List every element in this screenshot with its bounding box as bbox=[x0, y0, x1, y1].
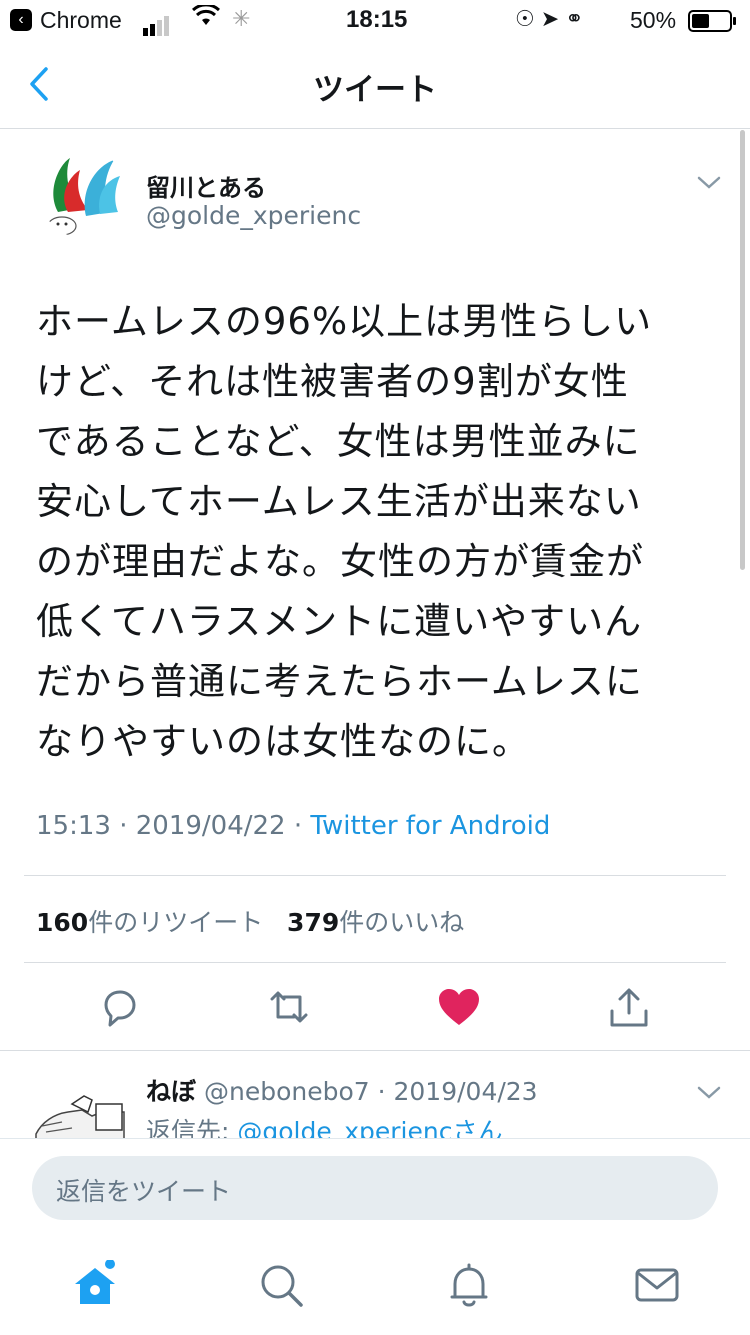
reply-to-prefix: 返信先: bbox=[146, 1117, 238, 1138]
tab-messages[interactable] bbox=[632, 1260, 682, 1310]
author-avatar[interactable] bbox=[40, 150, 128, 238]
reply-to-suffix: さん bbox=[452, 1117, 503, 1138]
tweet-stats: 160件のリツイート 379件のいいね bbox=[36, 903, 464, 939]
tweet-meta: 15:13 · 2019/04/22 · Twitter for Android bbox=[36, 811, 550, 841]
like-count: 379 bbox=[287, 908, 340, 937]
reply-header: ねぼ @nebonebo7 · 2019/04/23 bbox=[146, 1072, 538, 1108]
home-icon bbox=[75, 1259, 115, 1304]
reply-to-mention[interactable]: @golde_xperienc bbox=[237, 1117, 452, 1138]
tweet-line: であることなど、女性は男性並みに bbox=[36, 420, 641, 463]
meta-separator: · bbox=[369, 1077, 394, 1106]
location-icon: ➤ bbox=[540, 6, 566, 31]
tweet-line: けど、それは性被害者の9割が女性 bbox=[36, 360, 629, 403]
tweet-date: 2019/04/22 bbox=[135, 811, 286, 841]
search-icon bbox=[261, 1265, 303, 1307]
reply-avatar[interactable] bbox=[32, 1082, 130, 1138]
tweet-time: 15:13 bbox=[36, 811, 111, 841]
author-handle[interactable]: @golde_xperienc bbox=[146, 201, 361, 230]
tweet-text: ホームレスの96%以上は男性らしい けど、それは性被害者の9割が女性 であること… bbox=[36, 292, 716, 772]
like-button[interactable] bbox=[436, 985, 482, 1031]
reply-item[interactable]: ねぼ @nebonebo7 · 2019/04/23 返信先: @golde_x… bbox=[0, 1060, 750, 1138]
back-to-app-label[interactable]: Chrome bbox=[40, 7, 122, 34]
nav-divider bbox=[0, 128, 750, 129]
wifi-icon bbox=[191, 3, 221, 34]
reply-date: 2019/04/23 bbox=[393, 1077, 538, 1106]
activity-spinner-icon: ✳ bbox=[232, 6, 251, 31]
share-button[interactable] bbox=[606, 985, 652, 1031]
tweet-line: 低くてハラスメントに遭いやすいん bbox=[36, 600, 643, 643]
cellular-signal-icon bbox=[143, 10, 171, 36]
status-icons: ☉➤⚭ bbox=[515, 6, 590, 32]
tweet-line: のが理由だよな。女性の方が賃金が bbox=[36, 540, 644, 583]
heart-icon bbox=[439, 989, 479, 1025]
tab-home[interactable] bbox=[70, 1259, 120, 1310]
reply-icon bbox=[104, 990, 136, 1027]
reply-button[interactable] bbox=[96, 985, 142, 1031]
scrollbar[interactable] bbox=[740, 130, 745, 570]
retweet-button[interactable] bbox=[266, 985, 312, 1031]
tab-search[interactable] bbox=[256, 1260, 306, 1310]
reply-compose-placeholder: 返信をツイート bbox=[56, 1177, 232, 1206]
messages-icon bbox=[635, 1268, 679, 1302]
like-label: 件のいいね bbox=[339, 908, 465, 937]
likes-link[interactable]: 379件のいいね bbox=[287, 908, 464, 937]
meta-separator: · bbox=[110, 811, 136, 841]
reply-options-button[interactable] bbox=[696, 1082, 722, 1107]
battery-icon bbox=[688, 10, 736, 32]
tab-notifications[interactable] bbox=[444, 1260, 494, 1310]
author-name[interactable]: 留川とある bbox=[146, 168, 266, 203]
reply-author-name[interactable]: ねぼ bbox=[146, 1077, 196, 1106]
actions-divider bbox=[0, 1050, 750, 1051]
page-title: ツイート bbox=[313, 72, 437, 108]
chevron-down-icon bbox=[697, 176, 721, 189]
status-time: 18:15 bbox=[346, 6, 408, 33]
meta-separator: · bbox=[285, 811, 311, 841]
retweet-icon bbox=[270, 991, 308, 1023]
back-to-app-icon[interactable]: ‹ bbox=[10, 9, 32, 31]
rotation-lock-icon: ☉ bbox=[515, 6, 541, 31]
meta-divider bbox=[24, 875, 726, 876]
reply-to-line: 返信先: @golde_xperiencさん bbox=[146, 1112, 503, 1138]
retweet-count: 160 bbox=[36, 908, 89, 937]
chevron-down-icon bbox=[697, 1086, 721, 1099]
tweet-line: 安心してホームレス生活が出来ない bbox=[36, 480, 642, 523]
retweet-label: 件のリツイート bbox=[88, 908, 264, 937]
tweet-line: なりやすいのは女性なのに。 bbox=[36, 720, 530, 763]
tweet-source-link[interactable]: Twitter for Android bbox=[310, 811, 550, 841]
battery-percent: 50% bbox=[630, 7, 677, 33]
stats-divider bbox=[24, 962, 726, 963]
headphones-icon: ⚭ bbox=[565, 6, 590, 31]
notifications-icon bbox=[450, 1263, 488, 1307]
status-bar: ‹ Chrome ✳ 18:15 ☉➤⚭ 50% bbox=[0, 0, 750, 40]
share-icon bbox=[610, 988, 648, 1027]
retweets-link[interactable]: 160件のリツイート bbox=[36, 908, 263, 937]
tweet-line: だから普通に考えたらホームレスに bbox=[36, 660, 643, 703]
reply-author-handle[interactable]: @nebonebo7 bbox=[204, 1077, 370, 1106]
tweet-line: ホームレスの96%以上は男性らしい bbox=[36, 300, 653, 343]
tweet-options-button[interactable] bbox=[696, 172, 722, 197]
